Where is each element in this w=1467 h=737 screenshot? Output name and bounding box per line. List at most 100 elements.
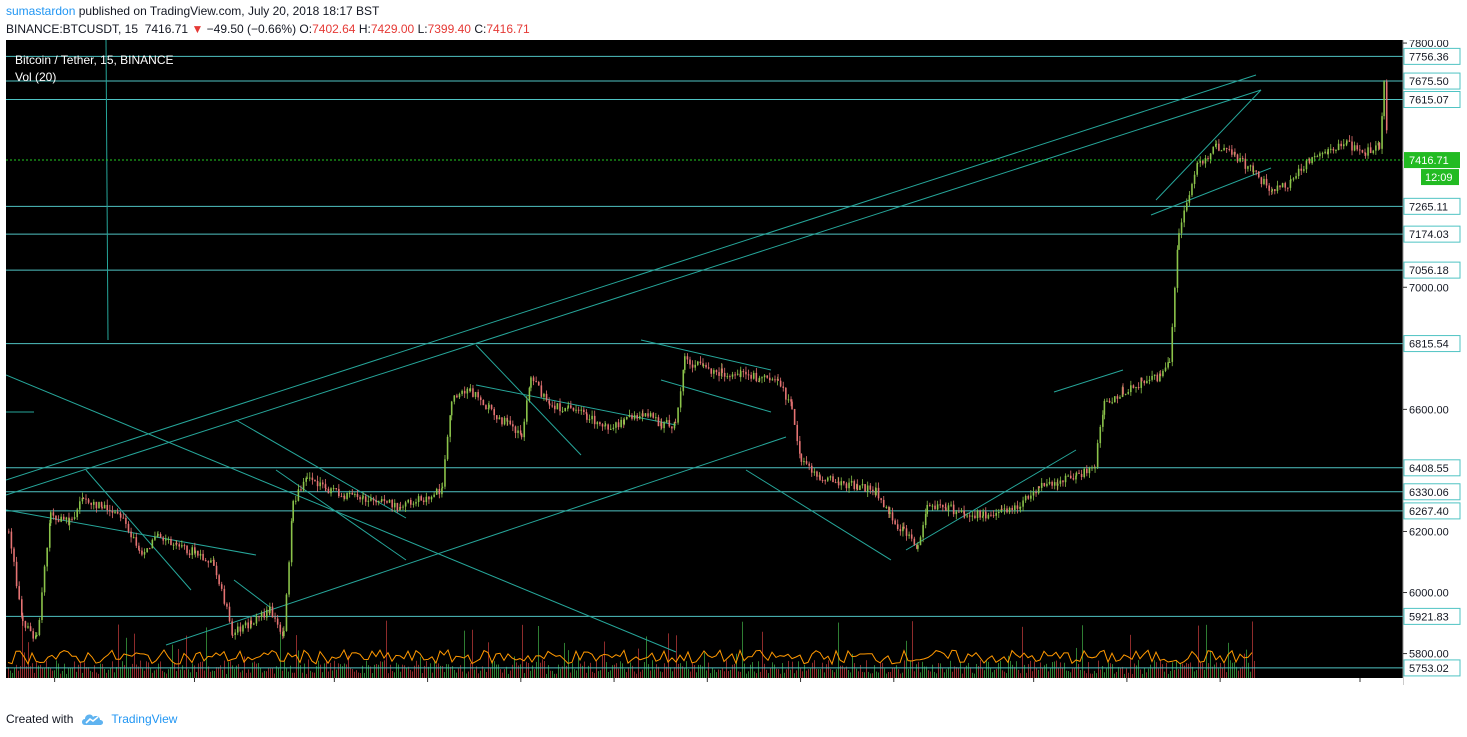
volume-bar bbox=[498, 664, 499, 678]
close-value: 7416.71 bbox=[486, 22, 530, 36]
candle-body bbox=[242, 625, 244, 632]
trend-line[interactable] bbox=[475, 384, 677, 426]
candle-body bbox=[1308, 158, 1311, 164]
candle-body bbox=[899, 529, 902, 532]
volume-bar bbox=[644, 662, 645, 678]
volume-bar bbox=[158, 663, 159, 678]
volume-bar bbox=[930, 671, 931, 678]
candle-body bbox=[351, 492, 354, 495]
candle-body bbox=[258, 616, 260, 618]
volume-bar bbox=[914, 671, 915, 678]
volume-bar bbox=[790, 669, 791, 678]
tradingview-brand-link[interactable]: TradingView bbox=[111, 712, 177, 726]
volume-bar bbox=[1220, 662, 1221, 678]
volume-bar bbox=[306, 673, 307, 678]
volume-bar bbox=[1050, 668, 1051, 678]
candle-body bbox=[215, 565, 218, 576]
candle-body bbox=[386, 501, 388, 503]
candle-body bbox=[260, 612, 263, 617]
candle-body bbox=[276, 618, 279, 625]
candle-body bbox=[343, 496, 346, 499]
candle-body bbox=[458, 393, 461, 398]
candle-body bbox=[1151, 375, 1153, 380]
level-price-label: 7675.50 bbox=[1409, 76, 1449, 88]
trend-line[interactable] bbox=[6, 374, 677, 653]
volume-bar bbox=[200, 661, 201, 678]
volume-bar bbox=[58, 663, 59, 678]
trend-line[interactable] bbox=[475, 344, 582, 456]
volume-bar bbox=[1112, 664, 1113, 678]
time-axis[interactable] bbox=[6, 678, 1403, 685]
volume-bar bbox=[664, 663, 665, 678]
volume-bar bbox=[416, 660, 417, 678]
candle-body bbox=[790, 399, 792, 402]
author-link[interactable]: sumastardon bbox=[6, 4, 75, 18]
volume-bar bbox=[260, 667, 261, 678]
volume-bar bbox=[546, 673, 547, 678]
candle-body bbox=[1209, 153, 1212, 160]
volume-bar bbox=[1170, 670, 1171, 678]
trend-line[interactable] bbox=[905, 449, 1077, 551]
trend-line[interactable] bbox=[85, 469, 192, 591]
volume-bar bbox=[1224, 663, 1225, 678]
volume-bar bbox=[958, 667, 959, 678]
candle-body bbox=[647, 413, 649, 417]
candle-body bbox=[1088, 467, 1091, 474]
volume-bar bbox=[204, 670, 205, 678]
candle-body bbox=[526, 400, 528, 422]
volume-bar bbox=[378, 664, 379, 678]
volume-bar bbox=[32, 663, 33, 678]
candle-body bbox=[449, 415, 451, 437]
volume-bar bbox=[190, 672, 191, 678]
candle-body bbox=[642, 413, 644, 417]
price-chart[interactable]: 7800.007000.006600.006200.006000.005800.… bbox=[6, 40, 1461, 685]
candle-body bbox=[321, 482, 324, 485]
volume-bar bbox=[642, 669, 643, 678]
volume-bar bbox=[902, 672, 903, 678]
trend-line[interactable] bbox=[6, 89, 1262, 496]
trend-line[interactable] bbox=[1053, 369, 1124, 393]
down-arrow-icon: ▼ bbox=[191, 22, 204, 36]
trend-line[interactable] bbox=[233, 579, 272, 609]
candle-body bbox=[55, 515, 57, 521]
candle-body bbox=[479, 397, 482, 400]
trend-line[interactable] bbox=[745, 469, 892, 561]
volume-bar bbox=[294, 672, 295, 678]
volume-bar bbox=[1020, 673, 1021, 678]
volume-bar bbox=[136, 664, 137, 678]
volume-bar bbox=[1118, 667, 1119, 678]
candle-body bbox=[1340, 143, 1342, 147]
volume-bar bbox=[394, 672, 395, 678]
trend-line[interactable] bbox=[660, 379, 772, 413]
volume-bar bbox=[240, 672, 241, 678]
candle-body bbox=[1080, 473, 1083, 478]
candle-body bbox=[551, 405, 553, 407]
candle-body bbox=[599, 422, 601, 425]
candle-body bbox=[885, 506, 888, 508]
candle-body bbox=[87, 499, 90, 503]
chart-area[interactable]: 7800.00 7000.00 6600.00 6200.00 6000.00 5800.… bbox=[6, 40, 1461, 685]
volume-bar bbox=[686, 661, 687, 678]
candle-body bbox=[290, 521, 293, 563]
trend-line[interactable] bbox=[1150, 167, 1272, 216]
trend-line[interactable] bbox=[235, 419, 407, 519]
volume-bar bbox=[298, 650, 299, 678]
candle-body bbox=[62, 516, 65, 520]
candle-body bbox=[677, 407, 679, 423]
trend-line[interactable] bbox=[6, 74, 1257, 481]
candle-body bbox=[950, 504, 952, 506]
candle-body bbox=[1032, 491, 1035, 496]
volume-bar bbox=[648, 664, 649, 678]
candle-body bbox=[660, 422, 663, 429]
volume-bar bbox=[162, 670, 163, 678]
volume-bar bbox=[1070, 672, 1071, 678]
trend-line[interactable] bbox=[275, 469, 407, 561]
volume-bar bbox=[928, 670, 929, 678]
volume-bar bbox=[532, 665, 533, 678]
trend-line[interactable] bbox=[105, 40, 109, 341]
candle-body bbox=[787, 399, 790, 401]
candle-body bbox=[1135, 387, 1137, 389]
volume-bar bbox=[500, 669, 501, 678]
candle-body bbox=[162, 537, 164, 541]
candle-body bbox=[922, 525, 924, 538]
